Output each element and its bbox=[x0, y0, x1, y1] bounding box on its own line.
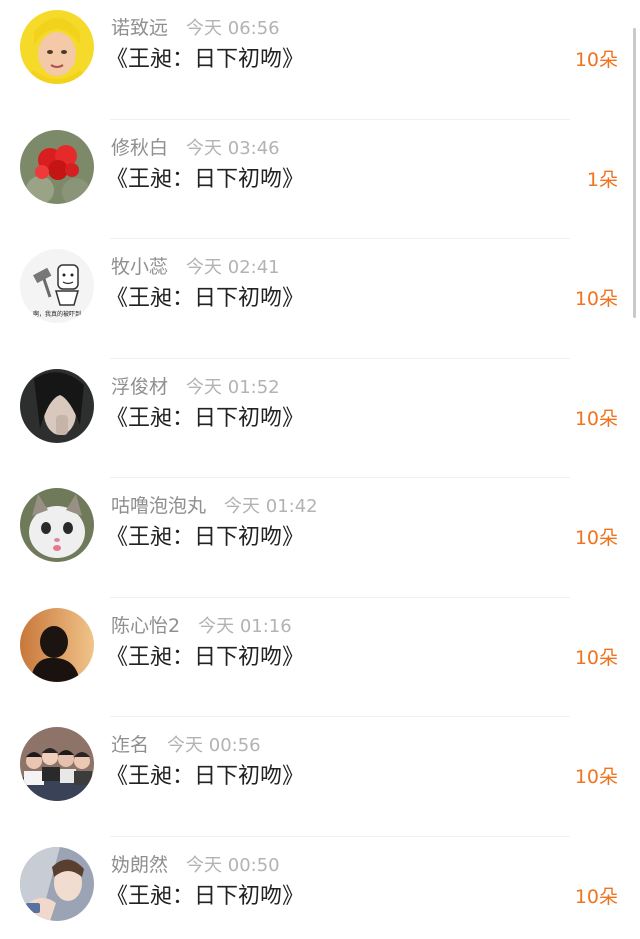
avatar-stamp-text: 啊，我真的被吓到 bbox=[33, 310, 81, 318]
timestamp: 今天 02:41 bbox=[186, 257, 280, 278]
flower-count: 10朵 bbox=[574, 527, 618, 549]
timestamp: 今天 01:52 bbox=[186, 376, 280, 398]
avatar[interactable] bbox=[20, 368, 94, 443]
flower-count: 1朵 bbox=[586, 168, 618, 191]
avatar[interactable] bbox=[20, 129, 94, 204]
item-meta: 咕噜泡泡丸 今天 01:42 bbox=[111, 492, 318, 520]
avatar[interactable] bbox=[20, 727, 94, 801]
flower-count: 10朵 bbox=[574, 49, 618, 71]
flower-count: 10朵 bbox=[574, 885, 618, 908]
user-name[interactable]: 妫朗然 bbox=[111, 854, 168, 876]
item-meta: 诺致远 今天 06:56 bbox=[111, 14, 280, 42]
item-meta: 浮俊材 今天 01:52 bbox=[111, 373, 280, 401]
user-name[interactable]: 浮俊材 bbox=[111, 376, 168, 398]
work-title[interactable]: 《王昶：日下初吻》 bbox=[106, 44, 304, 76]
user-name[interactable]: 陈心怡2 bbox=[111, 615, 180, 637]
user-name[interactable]: 牧小蕊 bbox=[111, 256, 168, 278]
timestamp: 今天 01:16 bbox=[198, 615, 292, 637]
work-title[interactable]: 《王昶：日下初吻》 bbox=[106, 761, 304, 793]
work-title[interactable]: 《王昶：日下初吻》 bbox=[106, 283, 304, 315]
flower-count: 10朵 bbox=[574, 646, 618, 669]
avatar[interactable]: 啊，我真的被吓到 bbox=[20, 249, 94, 323]
avatar[interactable] bbox=[20, 488, 94, 562]
item-meta: 修秋白 今天 03:46 bbox=[111, 134, 280, 162]
user-name[interactable]: 修秋白 bbox=[111, 137, 168, 159]
item-meta: 妫朗然 今天 00:50 bbox=[111, 851, 280, 879]
user-name[interactable]: 咕噜泡泡丸 bbox=[111, 495, 206, 517]
item-meta: 迮名 今天 00:56 bbox=[111, 731, 261, 759]
list-item[interactable]: 修秋白 今天 03:46 《王昶：日下初吻》 1朵 bbox=[0, 120, 640, 239]
timestamp: 今天 03:46 bbox=[186, 137, 280, 159]
work-title[interactable]: 《王昶：日下初吻》 bbox=[106, 881, 304, 913]
user-name[interactable]: 迮名 bbox=[111, 734, 149, 756]
work-title[interactable]: 《王昶：日下初吻》 bbox=[106, 522, 304, 554]
gift-record-list: 诺致远 今天 06:56 《王昶：日下初吻》 10朵 修秋白 今天 03:46 《王… bbox=[0, 0, 640, 939]
work-title[interactable]: 《王昶：日下初吻》 bbox=[106, 164, 304, 196]
timestamp: 今天 06:56 bbox=[186, 18, 280, 39]
avatar[interactable] bbox=[20, 10, 94, 84]
flower-count: 10朵 bbox=[574, 766, 618, 788]
list-item[interactable]: 诺致远 今天 06:56 《王昶：日下初吻》 10朵 bbox=[0, 0, 640, 120]
list-item[interactable]: 浮俊材 今天 01:52 《王昶：日下初吻》 10朵 bbox=[0, 359, 640, 478]
item-meta: 牧小蕊 今天 02:41 bbox=[111, 253, 280, 281]
flower-count: 10朵 bbox=[574, 288, 618, 310]
list-item[interactable]: 妫朗然 今天 00:50 《王昶：日下初吻》 10朵 bbox=[0, 837, 640, 939]
timestamp: 今天 01:42 bbox=[224, 496, 318, 517]
timestamp: 今天 00:56 bbox=[167, 735, 261, 756]
list-item[interactable]: 啊，我真的被吓到 牧小蕊 今天 02:41 《王昶：日下初吻》 10朵 bbox=[0, 239, 640, 359]
list-item[interactable]: 咕噜泡泡丸 今天 01:42 《王昶：日下初吻》 10朵 bbox=[0, 478, 640, 598]
avatar[interactable] bbox=[20, 607, 94, 682]
list-item[interactable]: 陈心怡2 今天 01:16 《王昶：日下初吻》 10朵 bbox=[0, 598, 640, 717]
work-title[interactable]: 《王昶：日下初吻》 bbox=[106, 403, 304, 435]
avatar[interactable] bbox=[20, 846, 94, 921]
user-name[interactable]: 诺致远 bbox=[111, 17, 168, 39]
flower-count: 10朵 bbox=[574, 407, 618, 430]
item-meta: 陈心怡2 今天 01:16 bbox=[111, 612, 292, 640]
list-item[interactable]: 迮名 今天 00:56 《王昶：日下初吻》 10朵 bbox=[0, 717, 640, 837]
scrollbar[interactable] bbox=[633, 28, 636, 318]
work-title[interactable]: 《王昶：日下初吻》 bbox=[106, 642, 304, 674]
timestamp: 今天 00:50 bbox=[186, 854, 280, 876]
